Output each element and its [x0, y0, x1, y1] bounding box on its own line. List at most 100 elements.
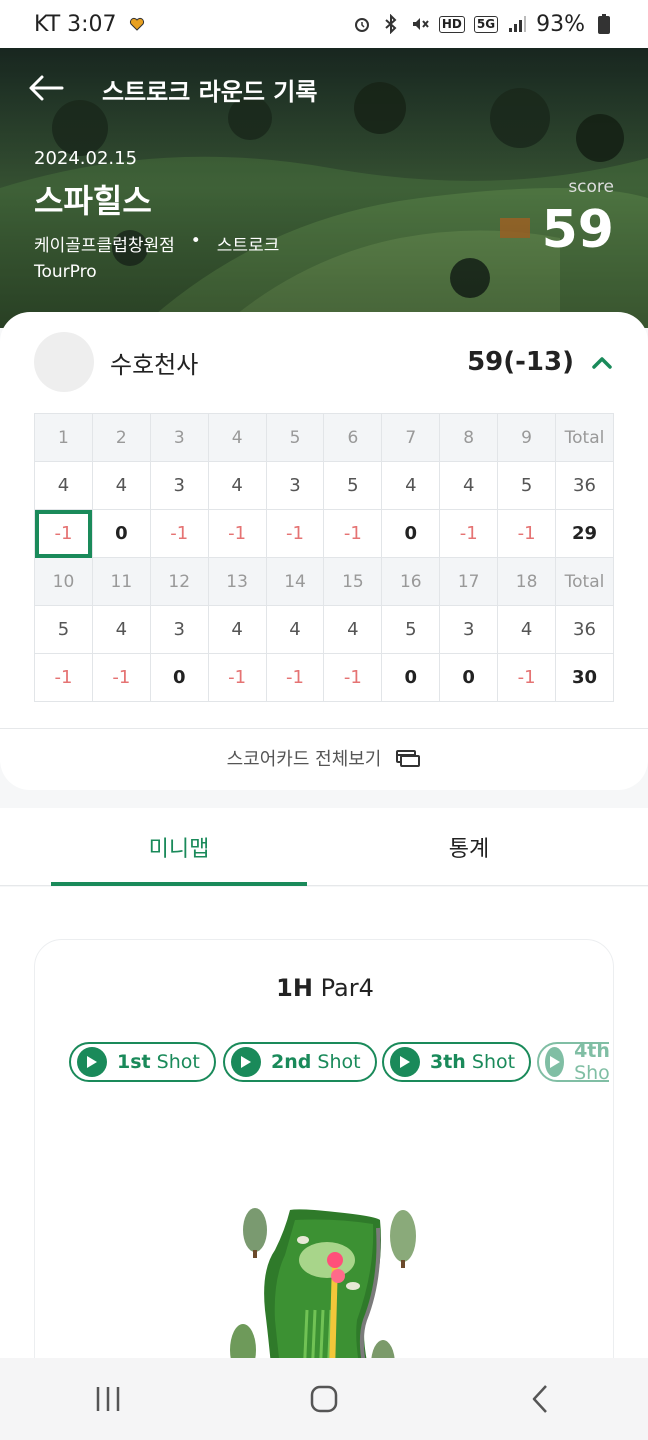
score-cell[interactable]: -1 [34, 509, 93, 558]
hole-header-cell: 7 [381, 413, 441, 462]
back-arrow-icon [29, 75, 64, 101]
play-icon [77, 1047, 107, 1077]
score-cell[interactable]: -1 [149, 509, 209, 558]
shot-button-1[interactable]: 1st Shot [69, 1042, 216, 1082]
par-cell: 5 [323, 461, 383, 510]
minimap-card: 1H Par4 1st Shot 2nd Shot 3th Shot 4th S… [34, 939, 614, 1419]
hole-header-cell: 3 [149, 413, 209, 462]
alarm-icon [352, 14, 372, 34]
hole-header-cell: 4 [207, 413, 267, 462]
par-cell: 4 [497, 605, 557, 654]
tree-icon [243, 1208, 267, 1258]
score-cell[interactable]: -1 [323, 653, 383, 702]
score-cell[interactable]: -1 [265, 653, 325, 702]
tee-level: TourPro [34, 262, 97, 282]
chevron-up-icon[interactable] [590, 350, 614, 374]
score-cell[interactable]: 0 [149, 653, 209, 702]
play-icon [231, 1047, 261, 1077]
score-cell[interactable]: -1 [265, 509, 325, 558]
score-cell[interactable]: -1 [497, 653, 557, 702]
score-cell[interactable]: -1 [34, 653, 93, 702]
view-full-scorecard-button[interactable]: 스코어카드 전체보기 [0, 728, 648, 788]
par-row: 5 4 3 4 4 4 5 3 4 36 [34, 605, 614, 654]
shot-marker-icon [331, 1269, 345, 1283]
par-cell: 4 [91, 461, 151, 510]
par-cell: 5 [381, 605, 441, 654]
par-cell: 4 [323, 605, 383, 654]
score-cell[interactable]: -1 [497, 509, 557, 558]
battery-level: 93% [536, 11, 585, 37]
par-cell: 4 [207, 605, 267, 654]
hole-header-cell: 18 [497, 557, 557, 606]
back-button[interactable] [26, 68, 66, 108]
game-mode: 스트로크 [216, 236, 280, 256]
hole-header-cell: 11 [91, 557, 151, 606]
total-header-cell: Total [555, 557, 614, 606]
score-row: -1 0 -1 -1 -1 -1 0 -1 -1 29 [34, 509, 614, 558]
score-cell[interactable]: -1 [207, 509, 267, 558]
par-cell: 3 [149, 605, 209, 654]
hole-par: Par4 [320, 974, 374, 1002]
total-header-cell: Total [555, 413, 614, 462]
back-nav-button[interactable] [500, 1369, 580, 1429]
score-cell[interactable]: 0 [439, 653, 499, 702]
par-row: 4 4 3 4 3 5 4 4 5 36 [34, 461, 614, 510]
hole-header-cell: 5 [265, 413, 325, 462]
par-cell: 4 [381, 461, 441, 510]
score-cell[interactable]: -1 [91, 653, 151, 702]
shot-button-3[interactable]: 3th Shot [382, 1042, 532, 1082]
scorecard-panel: 수호천사 59(-13) 1 2 3 4 5 6 7 8 9 Total 4 4 3 4 3 5 4 4 5 36 -1… [0, 312, 648, 790]
score-cell[interactable]: -1 [207, 653, 267, 702]
score-cell[interactable]: 0 [91, 509, 151, 558]
score-cell[interactable]: 0 [381, 509, 441, 558]
hole-header-cell: 10 [34, 557, 93, 606]
scorecard-icon [396, 750, 421, 767]
bluetooth-icon [381, 14, 401, 34]
active-tab-indicator [51, 882, 307, 886]
hole-header-cell: 6 [323, 413, 383, 462]
home-button[interactable] [284, 1369, 364, 1429]
carrier-time: KT 3:07 [34, 11, 117, 37]
system-nav-bar [0, 1358, 648, 1440]
shot-number: 3th [430, 1051, 466, 1073]
tab-stats[interactable]: 통계 [341, 808, 597, 886]
shot-number: 4th [574, 1042, 609, 1062]
round-hero: 스트로크 라운드 기록 2024.02.15 스파힐스 케이골프클럽창원점 • … [0, 48, 648, 328]
shot-word: Shot [471, 1051, 516, 1073]
hole-header-cell: 1 [34, 413, 93, 462]
shot-button-2[interactable]: 2nd Shot [223, 1042, 377, 1082]
meta-separator: • [190, 231, 201, 251]
shot-button-4[interactable]: 4th Shot [537, 1042, 609, 1082]
par-cell: 5 [34, 605, 93, 654]
score-cell[interactable]: -1 [323, 509, 383, 558]
hole-header-cell: 17 [439, 557, 499, 606]
store-name: 케이골프클럽창원점 [34, 236, 175, 256]
play-icon [390, 1047, 420, 1077]
score-row: -1 -1 0 -1 -1 -1 0 0 -1 30 [34, 653, 614, 702]
score-total-cell: 30 [555, 653, 614, 702]
par-cell: 4 [207, 461, 267, 510]
tab-bar: 미니맵 통계 [0, 808, 648, 886]
page-title: 스트로크 라운드 기록 [102, 78, 318, 106]
recent-apps-button[interactable] [68, 1369, 148, 1429]
shot-number: 2nd [271, 1051, 312, 1073]
par-cell: 4 [34, 461, 93, 510]
par-total-cell: 36 [555, 461, 614, 510]
hole-header-cell: 15 [323, 557, 383, 606]
par-cell: 4 [265, 605, 325, 654]
view-full-scorecard-label: 스코어카드 전체보기 [226, 749, 382, 770]
scorecard-table: 1 2 3 4 5 6 7 8 9 Total 4 4 3 4 3 5 4 4 5 36 -1 0 -1 -1 -1 -1 0 -1-… [34, 413, 614, 702]
hole-header-cell: 12 [149, 557, 209, 606]
player-name: 수호천사 [110, 350, 199, 379]
tab-minimap[interactable]: 미니맵 [51, 808, 307, 886]
round-date: 2024.02.15 [34, 148, 138, 169]
hole-header-cell: 16 [381, 557, 441, 606]
signal-icon [507, 14, 527, 34]
par-cell: 3 [265, 461, 325, 510]
status-bar: KT 3:07 HD 5G 93% [0, 0, 648, 48]
round-meta: 케이골프클럽창원점 • 스트로크 [34, 231, 279, 256]
score-cell[interactable]: 0 [381, 653, 441, 702]
player-row[interactable]: 수호천사 59(-13) [34, 332, 614, 392]
shot-list[interactable]: 1st Shot 2nd Shot 3th Shot 4th Shot [69, 1042, 609, 1082]
score-cell[interactable]: -1 [439, 509, 499, 558]
